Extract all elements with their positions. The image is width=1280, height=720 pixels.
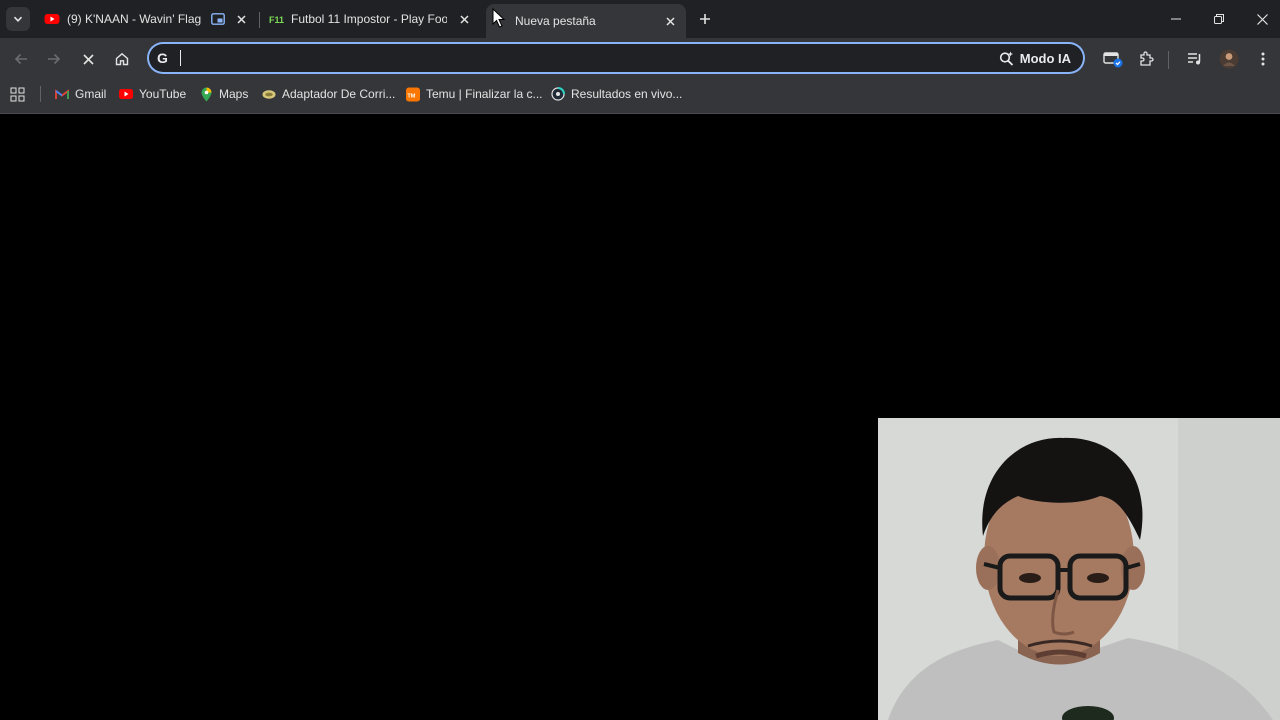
ai-mode-label: Modo IA — [1019, 50, 1071, 66]
restore-button[interactable] — [1197, 0, 1241, 38]
maps-icon — [199, 87, 213, 101]
media-controls-button[interactable] — [1182, 46, 1208, 72]
bookmark-resultados[interactable]: Resultados en vivo... — [551, 83, 682, 105]
tab-youtube[interactable]: (9) K'NAAN - Wavin' Flag (C — [44, 5, 252, 33]
profile-button[interactable] — [1216, 46, 1242, 72]
chevron-down-icon — [13, 16, 23, 22]
extension-button[interactable] — [1100, 46, 1126, 72]
close-icon — [82, 53, 94, 65]
tab-new-tab[interactable]: Nueva pestaña — [486, 4, 686, 38]
restore-icon — [1214, 14, 1224, 24]
omnibox[interactable]: G Modo IA — [147, 42, 1085, 74]
apps-grid-icon — [10, 87, 25, 101]
webcam-person-image — [878, 418, 1280, 720]
adapter-icon — [262, 87, 276, 101]
bookmark-label: Adaptador De Corri... — [282, 87, 396, 101]
temu-icon: TM — [406, 87, 420, 101]
bookmark-youtube[interactable]: YouTube — [119, 83, 186, 105]
playlist-icon — [1188, 53, 1201, 65]
svg-text:TM: TM — [407, 93, 415, 99]
bookmark-gmail[interactable]: Gmail — [55, 83, 106, 105]
ai-search-icon — [999, 51, 1013, 66]
arrow-left-icon — [14, 53, 27, 65]
tab-divider — [259, 12, 260, 28]
picture-in-picture-icon — [211, 13, 225, 25]
forward-button[interactable] — [41, 46, 67, 72]
f11-icon: F11 — [269, 15, 284, 25]
bookmark-label: Resultados en vivo... — [571, 87, 683, 101]
extensions-button[interactable] — [1133, 46, 1159, 72]
tab-title: (9) K'NAAN - Wavin' Flag (C — [67, 12, 205, 26]
toolbar: G Modo IA — [0, 38, 1280, 80]
youtube-icon — [44, 14, 60, 24]
close-tab-icon[interactable] — [662, 13, 678, 29]
svg-text:G: G — [157, 50, 168, 66]
address-input[interactable] — [177, 48, 981, 70]
menu-button[interactable] — [1250, 46, 1276, 72]
webcam-overlay — [878, 418, 1280, 720]
arrow-right-icon — [48, 53, 61, 65]
live-results-icon — [551, 87, 565, 101]
tab-search-button[interactable] — [6, 7, 30, 31]
ai-mode-button[interactable]: Modo IA — [991, 45, 1079, 71]
bookmark-label: Temu | Finalizar la c... — [426, 87, 543, 101]
bookmark-adaptador[interactable]: Adaptador De Corri... — [262, 83, 395, 105]
bookmarks-bar: Gmail YouTube Maps Adaptador De Corri...… — [0, 80, 1280, 108]
minimize-button[interactable] — [1154, 0, 1198, 38]
text-caret — [180, 50, 181, 66]
minimize-icon — [1171, 18, 1181, 20]
window-badge-icon — [1103, 52, 1123, 68]
youtube-icon — [119, 87, 133, 101]
apps-button[interactable] — [10, 83, 25, 105]
tab-title: Nueva pestaña — [515, 14, 596, 28]
close-tab-icon[interactable] — [456, 11, 472, 27]
tab-title: Futbol 11 Impostor - Play Footb — [291, 12, 447, 26]
mouse-cursor-icon — [492, 8, 506, 28]
bookmark-temu[interactable]: TM Temu | Finalizar la c... — [406, 83, 542, 105]
tab-futbol11[interactable]: F11 Futbol 11 Impostor - Play Footb — [268, 5, 476, 33]
bookmark-label: Gmail — [75, 87, 107, 101]
toolbar-divider — [1168, 51, 1169, 69]
plus-icon — [700, 14, 710, 24]
avatar — [1219, 49, 1239, 69]
bookmark-label: YouTube — [139, 87, 187, 101]
puzzle-icon — [1140, 51, 1154, 66]
gmail-icon — [55, 87, 69, 101]
stop-loading-button[interactable] — [75, 46, 101, 72]
google-icon: G — [157, 50, 168, 66]
bookmark-label: Maps — [219, 87, 249, 101]
svg-text:F11: F11 — [269, 15, 284, 25]
close-icon — [1256, 13, 1268, 25]
home-icon — [115, 52, 129, 66]
more-vert-icon — [1261, 52, 1265, 66]
home-button[interactable] — [109, 46, 135, 72]
bookmark-maps[interactable]: Maps — [199, 83, 248, 105]
new-tab-button[interactable] — [694, 8, 716, 30]
bookmarks-divider — [40, 86, 41, 102]
close-window-button[interactable] — [1240, 0, 1280, 38]
back-button[interactable] — [8, 46, 34, 72]
close-tab-icon[interactable] — [233, 11, 249, 27]
tab-strip: (9) K'NAAN - Wavin' Flag (C F11 Futbol 1… — [0, 0, 1280, 38]
